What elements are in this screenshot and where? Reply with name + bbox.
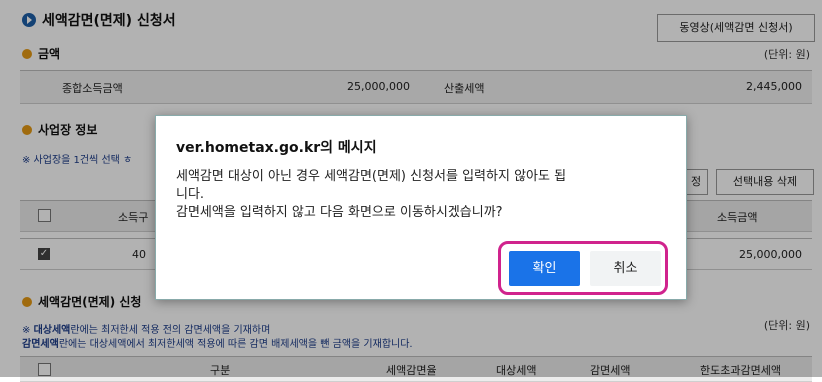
dialog-message-line1: 세액감면 대상이 아닌 경우 세액감면(면제) 신청서를 입력하지 않아도 됩 bbox=[176, 169, 567, 184]
alert-dialog: ver.hometax.go.kr의 메시지 세액감면 대상이 아닌 경우 세액… bbox=[155, 115, 687, 300]
dialog-message-line2: 니다. bbox=[176, 187, 205, 202]
button-highlight-box bbox=[498, 241, 668, 295]
dialog-message: 세액감면 대상이 아닌 경우 세액감면(면제) 신청서를 입력하지 않아도 됩 … bbox=[176, 168, 666, 222]
dialog-message-line3: 감면세액을 입력하지 않고 다음 화면으로 이동하시겠습니까? bbox=[176, 205, 503, 220]
dialog-title: ver.hometax.go.kr의 메시지 bbox=[176, 140, 377, 156]
